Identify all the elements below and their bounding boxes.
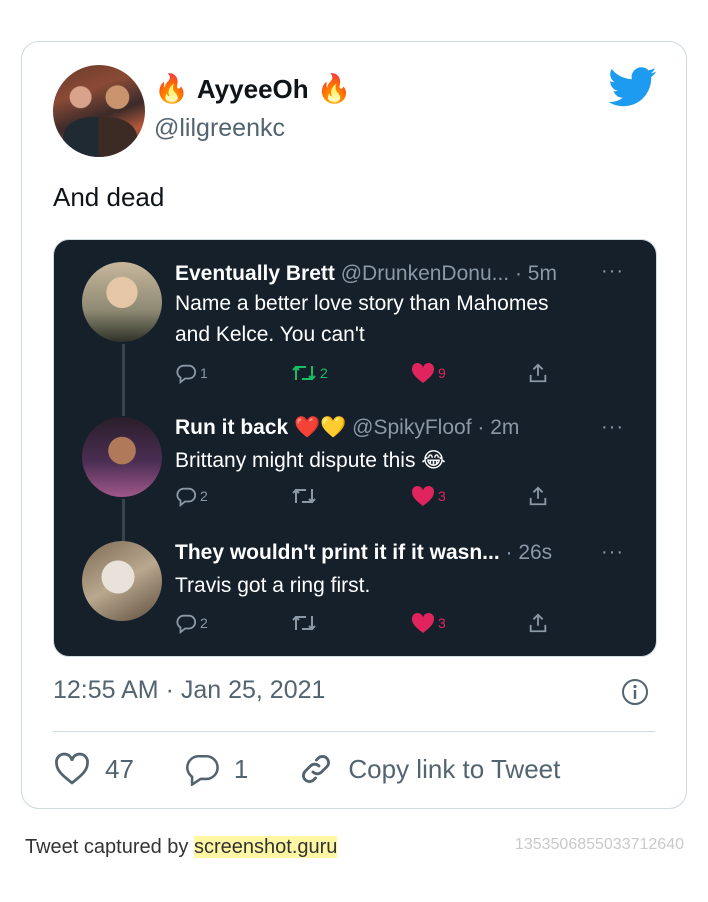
reply-action: 2	[175, 612, 208, 634]
tweet-header: They wouldn't print it if it wasn... · 2…	[175, 541, 552, 565]
reply-count: 2	[200, 615, 208, 631]
link-icon	[302, 755, 331, 783]
reply-icon	[176, 364, 197, 384]
reply-count: 1	[233, 753, 249, 784]
retweet-action	[291, 485, 320, 507]
tweet-actions: 2 3	[175, 612, 555, 640]
like-count: 47	[105, 753, 134, 784]
tweet-id: 1353506855033712640	[514, 836, 684, 853]
like-action: 3	[411, 612, 446, 634]
heart-filled-icon	[411, 612, 435, 633]
share-action	[527, 362, 549, 384]
copy-link-label: Copy link to Tweet	[348, 753, 561, 784]
reply-icon	[185, 754, 219, 786]
heart-icon	[55, 752, 89, 785]
like-count: 3	[438, 615, 446, 631]
retweet-action	[291, 612, 320, 634]
tweet-text-line: Brittany might dispute this	[175, 449, 416, 472]
tweet-header: Run it back ❤️💛 @SpikyFloof · 2m	[175, 416, 519, 440]
author-name-row[interactable]: 🔥 AyyeeOh 🔥	[154, 72, 352, 106]
like-count: 9	[438, 365, 446, 381]
copy-link-button[interactable]: Copy link to Tweet	[298, 751, 560, 787]
user-name: Run it back	[175, 416, 289, 439]
user-name: Eventually Brett	[175, 262, 335, 285]
tweet-body: Travis got a ring first.	[175, 570, 370, 601]
capture-credit: Tweet captured by screenshot.guru	[25, 836, 338, 859]
heart-emoji: ❤️💛	[294, 416, 347, 439]
like-action: 9	[411, 362, 446, 384]
tweet-text-line: Travis got a ring first.	[175, 574, 371, 597]
tweet-media-image[interactable]: Eventually Brett @DrunkenDonu... · 5m ··…	[53, 239, 657, 657]
tweet-action-bar: 47 1 Copy link to Tweet	[53, 748, 560, 790]
retweet-action: 2	[291, 362, 328, 384]
retweet-icon	[292, 365, 316, 381]
like-action: 3	[411, 485, 446, 507]
user-handle: @SpikyFloof	[352, 416, 472, 439]
tweet-body: Name a better love story than Mahomes an…	[175, 288, 549, 350]
author-display-name[interactable]: AyyeeOh	[197, 72, 309, 106]
info-icon[interactable]	[621, 678, 649, 706]
like-count: 3	[438, 488, 446, 504]
reply-icon	[176, 487, 197, 507]
reply-action: 2	[175, 485, 208, 507]
fire-emoji: 🔥	[316, 73, 352, 104]
thread-connector	[122, 344, 125, 416]
user-name: They wouldn't print it if it wasn...	[175, 541, 500, 564]
tweet-timestamp[interactable]: 12:55 AM · Jan 25, 2021	[53, 676, 325, 705]
share-action	[527, 485, 549, 507]
more-icon: ···	[601, 541, 624, 563]
avatar	[82, 417, 162, 497]
reply-count: 1	[200, 365, 208, 381]
tweet-actions: 2 3	[175, 485, 555, 513]
tweet-text: And dead	[53, 182, 165, 212]
avatar	[82, 541, 162, 621]
tweet-text-line: Name a better love story than Mahomes	[175, 292, 549, 315]
heart-filled-icon	[411, 362, 435, 383]
tweet-time: · 2m	[477, 416, 520, 439]
tweet-body: Brittany might dispute this 😂	[175, 445, 446, 476]
like-button[interactable]: 47	[53, 752, 134, 786]
laughing-emoji: 😂	[421, 449, 446, 472]
tweet-time: · 26s	[505, 541, 553, 564]
share-icon	[529, 363, 547, 383]
avatar	[82, 262, 162, 342]
retweet-icon	[292, 615, 316, 631]
reply-count: 2	[200, 488, 208, 504]
tweet-time: · 5m	[514, 262, 557, 285]
tweet-text-line: and Kelce. You can't	[175, 323, 365, 346]
retweet-count: 2	[320, 365, 328, 381]
tweet-header: Eventually Brett @DrunkenDonu... · 5m	[175, 262, 557, 286]
dark-thread-screenshot: Eventually Brett @DrunkenDonu... · 5m ··…	[54, 240, 656, 656]
captured-by-text: Tweet captured by	[25, 836, 189, 858]
share-action	[527, 612, 549, 634]
reply-button[interactable]: 1	[184, 752, 248, 786]
author-handle[interactable]: @lilgreenkc	[154, 114, 285, 143]
author-avatar[interactable]	[53, 65, 145, 157]
more-icon: ···	[601, 260, 624, 282]
tweet-actions: 1 2 9	[175, 362, 555, 390]
more-icon: ···	[601, 416, 624, 438]
tweet-card: 🔥 AyyeeOh 🔥 @lilgreenkc And dead Eventua…	[21, 41, 687, 809]
share-icon	[529, 613, 547, 633]
user-handle: @DrunkenDonu...	[340, 262, 510, 285]
twitter-bird-icon[interactable]	[609, 67, 657, 107]
divider	[53, 731, 655, 732]
heart-filled-icon	[411, 485, 435, 506]
reply-icon	[176, 614, 197, 634]
reply-action: 1	[175, 362, 208, 384]
thread-connector	[122, 499, 125, 541]
site-link[interactable]: screenshot.guru	[194, 836, 338, 858]
retweet-icon	[292, 488, 316, 504]
fire-emoji: 🔥	[154, 73, 189, 104]
share-icon	[529, 486, 547, 506]
